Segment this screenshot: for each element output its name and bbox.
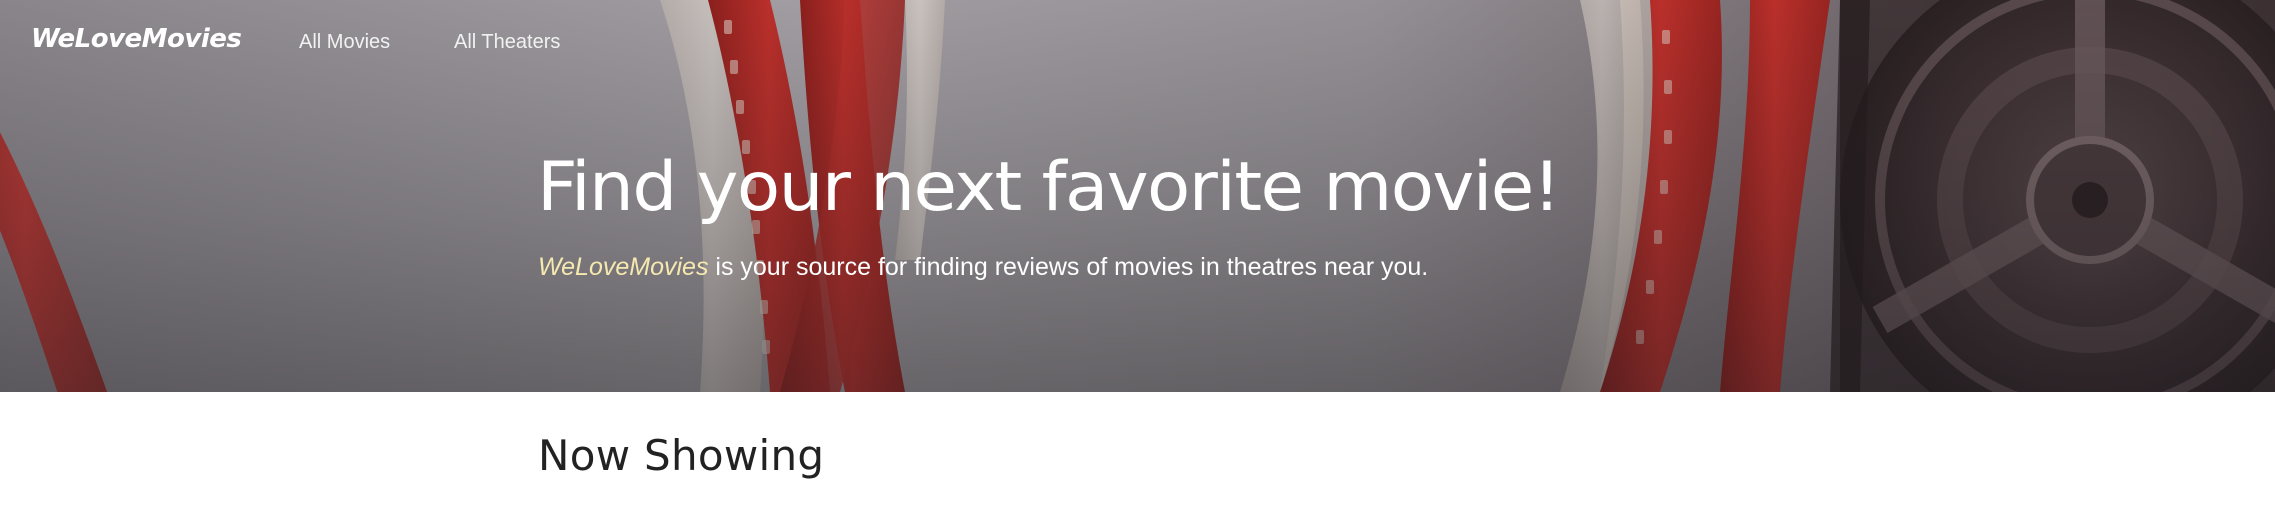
hero-title: Find your next favorite movie! <box>537 148 1561 227</box>
page: WeLoveMovies All Movies All Theaters Fin… <box>0 0 2275 507</box>
nav-link-all-theaters[interactable]: All Theaters <box>454 31 560 54</box>
nav-link-all-movies[interactable]: All Movies <box>299 31 390 54</box>
hero-lead: WeLoveMovies is your source for finding … <box>538 253 1428 282</box>
brand-logo-link[interactable]: WeLoveMovies <box>31 24 242 54</box>
hero-lead-brand: WeLoveMovies <box>538 253 709 281</box>
hero-lead-text: is your source for finding reviews of mo… <box>708 253 1429 281</box>
hero-banner: WeLoveMovies All Movies All Theaters Fin… <box>0 0 2275 392</box>
now-showing-heading: Now Showing <box>538 431 825 480</box>
navbar: WeLoveMovies All Movies All Theaters <box>0 0 2275 88</box>
